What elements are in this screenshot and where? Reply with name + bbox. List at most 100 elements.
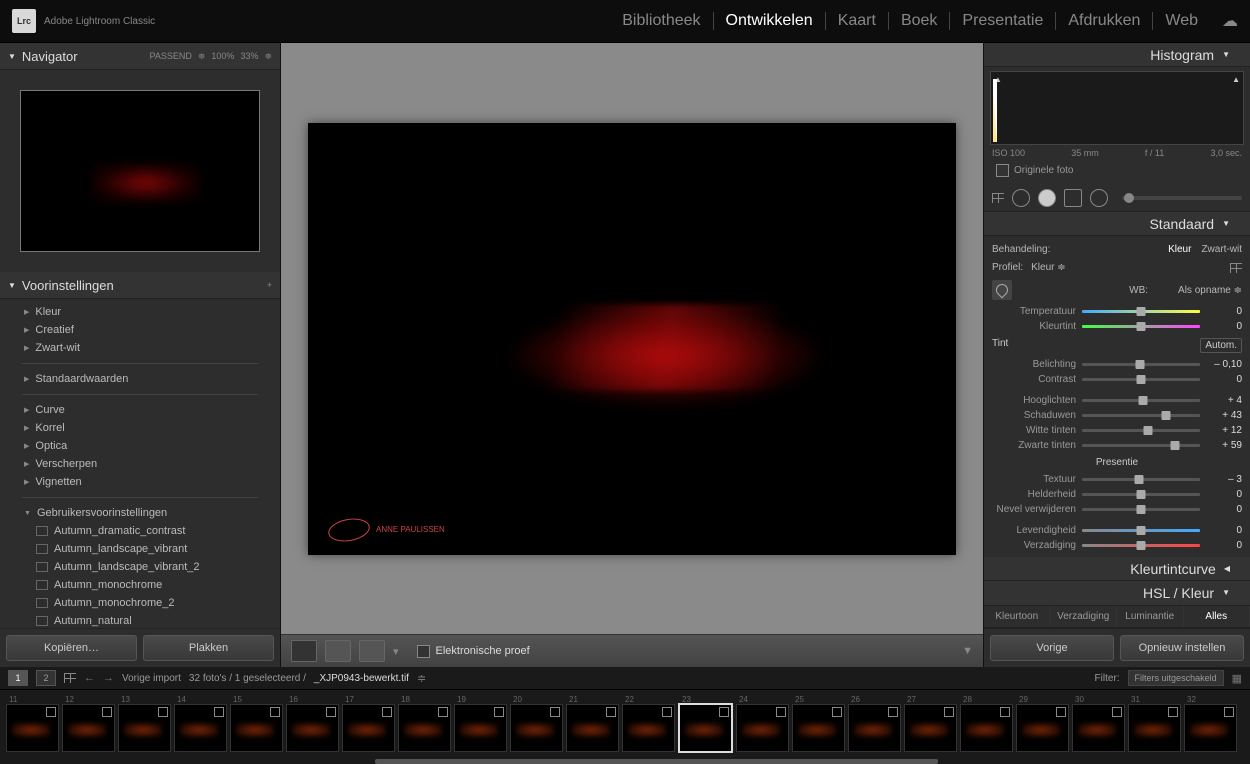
crop-tool-icon[interactable]: [992, 193, 1004, 203]
user-preset[interactable]: Autumn_natural: [8, 612, 272, 628]
preset-group[interactable]: ▶Creatief: [8, 321, 272, 339]
thumbnail[interactable]: 20: [510, 704, 563, 752]
slider-Witte tinten[interactable]: Witte tinten+ 12: [992, 423, 1242, 438]
thumbnail[interactable]: 32: [1184, 704, 1237, 752]
treatment-color[interactable]: Kleur: [1168, 244, 1191, 255]
wb-select[interactable]: Als opname ≑: [1178, 285, 1242, 296]
hsl-tab-lum[interactable]: Luminantie: [1117, 606, 1184, 627]
tool-slider[interactable]: [1122, 196, 1242, 200]
thumbnail[interactable]: 14: [174, 704, 227, 752]
thumbnail[interactable]: 12: [62, 704, 115, 752]
cloud-sync-icon[interactable]: ☁: [1222, 11, 1238, 31]
basic-panel-header[interactable]: Standaard▼: [984, 212, 1250, 236]
preset-group[interactable]: ▶Curve: [8, 401, 272, 419]
filmstrip-scrollbar[interactable]: [375, 759, 938, 764]
user-preset[interactable]: Autumn_landscape_vibrant_2: [8, 558, 272, 576]
module-bibliotheek[interactable]: Bibliotheek: [610, 12, 713, 30]
thumbnail[interactable]: 11: [6, 704, 59, 752]
thumbnail[interactable]: 18: [398, 704, 451, 752]
thumbnail[interactable]: 24: [736, 704, 789, 752]
presets-header[interactable]: ▼ Voorinstellingen +: [0, 272, 280, 299]
filter-lock-icon[interactable]: ▦: [1232, 672, 1242, 685]
thumbnail[interactable]: 17: [342, 704, 395, 752]
module-ontwikkelen[interactable]: Ontwikkelen: [714, 12, 826, 30]
screen-2-button[interactable]: 2: [36, 670, 56, 686]
thumbnail[interactable]: 21: [566, 704, 619, 752]
preset-group[interactable]: ▶Kleur: [8, 303, 272, 321]
histogram-header[interactable]: Histogram▼: [984, 43, 1250, 67]
thumbnail[interactable]: 19: [454, 704, 507, 752]
slider-Contrast[interactable]: Contrast0: [992, 372, 1242, 387]
slider-Kleurtint[interactable]: Kleurtint0: [992, 319, 1242, 334]
preset-group[interactable]: ▶Korrel: [8, 419, 272, 437]
spot-tool-icon[interactable]: [1012, 189, 1030, 207]
slider-Verzadiging[interactable]: Verzadiging0: [992, 538, 1242, 553]
reset-button[interactable]: Opnieuw instellen: [1120, 635, 1244, 661]
nav-fit[interactable]: PASSEND: [150, 51, 192, 62]
screen-1-button[interactable]: 1: [8, 670, 28, 686]
thumbnail[interactable]: 31: [1128, 704, 1181, 752]
thumbnail[interactable]: 23: [678, 703, 733, 753]
module-web[interactable]: Web: [1153, 12, 1210, 30]
preset-group[interactable]: ▶Verscherpen: [8, 455, 272, 473]
navigator-header[interactable]: ▼ Navigator PASSEND≑ 100% 33%≑: [0, 43, 280, 70]
user-preset[interactable]: Autumn_monochrome: [8, 576, 272, 594]
add-preset-icon[interactable]: +: [267, 280, 272, 290]
module-kaart[interactable]: Kaart: [826, 12, 889, 30]
thumbnail[interactable]: 15: [230, 704, 283, 752]
profile-browser-icon[interactable]: [1230, 263, 1242, 273]
preset-group[interactable]: ▼Gebruikersvoorinstellingen: [8, 504, 272, 522]
auto-tone-button[interactable]: Autom.: [1200, 338, 1242, 353]
slider-Belichting[interactable]: Belichting– 0,10: [992, 357, 1242, 372]
thumbnail[interactable]: 27: [904, 704, 957, 752]
mask-tool-icon[interactable]: [1064, 189, 1082, 207]
nav-zoom-100[interactable]: 100%: [211, 51, 234, 62]
image-canvas[interactable]: ANNE PAULISSEN: [281, 43, 983, 634]
preset-group[interactable]: ▶Zwart-wit: [8, 339, 272, 357]
back-icon[interactable]: ←: [84, 672, 95, 684]
slider-Textuur[interactable]: Textuur– 3: [992, 472, 1242, 487]
source-label[interactable]: Vorige import: [122, 673, 181, 684]
wb-eyedropper-icon[interactable]: [992, 280, 1012, 300]
treatment-bw[interactable]: Zwart-wit: [1201, 244, 1242, 255]
thumbnail[interactable]: 22: [622, 704, 675, 752]
hsl-tab-sat[interactable]: Verzadiging: [1051, 606, 1118, 627]
filmstrip[interactable]: 1112131415161718192021222324252627282930…: [0, 690, 1250, 764]
original-checkbox[interactable]: [996, 164, 1009, 177]
thumbnail[interactable]: 29: [1016, 704, 1069, 752]
toolbar-menu-icon[interactable]: ▼: [962, 645, 973, 657]
preset-group[interactable]: ▶Standaardwaarden: [8, 370, 272, 388]
thumbnail[interactable]: 28: [960, 704, 1013, 752]
slider-Helderheid[interactable]: Helderheid0: [992, 487, 1242, 502]
histogram-chart[interactable]: ▲ ▲: [990, 71, 1244, 145]
preset-group[interactable]: ▶Optica: [8, 437, 272, 455]
tonecurve-header[interactable]: Kleurtintcurve◀: [984, 557, 1250, 581]
module-afdrukken[interactable]: Afdrukken: [1056, 12, 1153, 30]
thumbnail[interactable]: 26: [848, 704, 901, 752]
thumbnail[interactable]: 16: [286, 704, 339, 752]
redeye-tool-icon[interactable]: [1038, 189, 1056, 207]
hsl-header[interactable]: HSL / Kleur▼: [984, 581, 1250, 605]
grid-view-icon[interactable]: [64, 673, 76, 683]
slider-Temperatuur[interactable]: Temperatuur0: [992, 304, 1242, 319]
preset-group[interactable]: ▶Vignetten: [8, 473, 272, 491]
thumbnail[interactable]: 25: [792, 704, 845, 752]
thumbnail[interactable]: 30: [1072, 704, 1125, 752]
previous-button[interactable]: Vorige: [990, 635, 1114, 661]
thumbnail[interactable]: 13: [118, 704, 171, 752]
slider-Zwarte tinten[interactable]: Zwarte tinten+ 59: [992, 438, 1242, 453]
forward-icon[interactable]: →: [103, 672, 114, 684]
compare-view-button[interactable]: [325, 640, 351, 662]
slider-Hooglichten[interactable]: Hooglichten+ 4: [992, 393, 1242, 408]
hsl-tab-hue[interactable]: Kleurtoon: [984, 606, 1051, 627]
copy-button[interactable]: Kopiëren…: [6, 635, 137, 661]
module-boek[interactable]: Boek: [889, 12, 950, 30]
hsl-tab-all[interactable]: Alles: [1184, 606, 1250, 627]
loupe-view-button[interactable]: [291, 640, 317, 662]
module-presentatie[interactable]: Presentatie: [950, 12, 1056, 30]
user-preset[interactable]: Autumn_monochrome_2: [8, 594, 272, 612]
before-after-button[interactable]: [359, 640, 385, 662]
soft-proof-checkbox[interactable]: [417, 645, 430, 658]
user-preset[interactable]: Autumn_dramatic_contrast: [8, 522, 272, 540]
navigator-preview[interactable]: [0, 70, 280, 272]
